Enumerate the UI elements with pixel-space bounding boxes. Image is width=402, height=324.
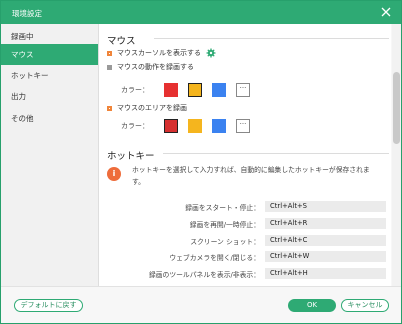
- sidebar-item-hotkeys[interactable]: ホットキー: [1, 65, 98, 86]
- sidebar-item-other[interactable]: その他: [1, 108, 98, 129]
- hotkey-section-title: ホットキー: [107, 151, 155, 162]
- hotkey-input-pause-resume[interactable]: Ctrl+Alt+R: [265, 218, 386, 229]
- hotkey-row: 録画のツールパネルを表示/非表示： Ctrl+Alt+H: [99, 268, 391, 279]
- settings-content: マウス マウスカーソルを表示する マウスの動作を録画する カラー： ··· マウ…: [99, 24, 391, 286]
- hotkey-label: 録画をスタート・停止：: [185, 204, 260, 212]
- record-mouse-area-option[interactable]: マウスのエリアを録画: [107, 103, 187, 113]
- more-colors-button[interactable]: ···: [236, 119, 250, 133]
- hotkey-row: 録画を再開/一時停止： Ctrl+Alt+R: [99, 218, 391, 229]
- close-icon[interactable]: [379, 5, 393, 19]
- show-cursor-option[interactable]: マウスカーソルを表示する: [107, 48, 216, 58]
- more-colors-button[interactable]: ···: [236, 83, 250, 97]
- show-cursor-checkbox[interactable]: [107, 50, 112, 56]
- sidebar: 録画中 マウス ホットキー 出力 その他: [1, 24, 99, 286]
- hotkey-input-screenshot[interactable]: Ctrl+Alt+C: [265, 235, 386, 246]
- record-mouse-action-option[interactable]: マウスの動作を録画する: [107, 62, 194, 72]
- scrollbar-thumb[interactable]: [393, 72, 400, 144]
- click-color-row: カラー： ···: [121, 82, 250, 98]
- section-divider: [163, 153, 389, 154]
- color-swatch-red[interactable]: [164, 83, 178, 97]
- restore-default-button[interactable]: デフォルトに戻す: [14, 299, 83, 312]
- hotkey-input-webcam[interactable]: Ctrl+Alt+W: [265, 251, 386, 262]
- area-color-row: カラー： ···: [121, 118, 250, 134]
- hotkey-label: スクリーン ショット：: [190, 238, 260, 246]
- record-mouse-area-checkbox[interactable]: [107, 105, 112, 111]
- hotkey-info: i ホットキーを選択して入力すれば、自動的に編集したホットキーが保存されます。: [107, 164, 382, 188]
- show-cursor-label: マウスカーソルを表示する: [117, 49, 201, 57]
- footer: デフォルトに戻す OK キャンセル: [1, 286, 401, 323]
- color-swatch-blue[interactable]: [212, 119, 226, 133]
- hotkey-input-start-stop[interactable]: Ctrl+Alt+S: [265, 201, 386, 212]
- ok-button[interactable]: OK: [288, 299, 336, 312]
- section-divider: [154, 38, 389, 39]
- record-mouse-action-checkbox[interactable]: [107, 64, 112, 70]
- title-bar: 環境設定: [1, 1, 401, 24]
- record-mouse-area-label: マウスのエリアを録画: [117, 104, 187, 112]
- hotkey-label: 録画のツールパネルを表示/非表示：: [148, 271, 260, 279]
- mouse-section-title: マウス: [107, 36, 136, 47]
- color-label: カラー：: [121, 122, 149, 130]
- preferences-window: 環境設定 録画中 マウス ホットキー 出力 その他 マウス マウスカーソルを表示…: [0, 0, 402, 324]
- hotkey-info-text: ホットキーを選択して入力すれば、自動的に編集したホットキーが保存されます。: [132, 166, 370, 186]
- hotkey-row: スクリーン ショット： Ctrl+Alt+C: [99, 235, 391, 246]
- record-mouse-action-label: マウスの動作を録画する: [117, 63, 194, 71]
- sidebar-item-output[interactable]: 出力: [1, 86, 98, 107]
- hotkey-input-toolpanel[interactable]: Ctrl+Alt+H: [265, 268, 386, 279]
- color-swatch-red[interactable]: [164, 119, 178, 133]
- color-swatch-yellow[interactable]: [188, 119, 202, 133]
- hotkey-row: ウェブカメラを開く/閉じる： Ctrl+Alt+W: [99, 251, 391, 262]
- window-title: 環境設定: [12, 9, 42, 18]
- gear-icon[interactable]: [206, 48, 216, 58]
- hotkey-label: ウェブカメラを開く/閉じる：: [169, 254, 260, 262]
- hotkey-row: 録画をスタート・停止： Ctrl+Alt+S: [99, 201, 391, 212]
- hotkey-label: 録画を再開/一時停止：: [189, 221, 260, 229]
- color-label: カラー：: [121, 86, 149, 94]
- cancel-button[interactable]: キャンセル: [341, 299, 389, 312]
- scrollbar[interactable]: [392, 24, 401, 286]
- color-swatch-blue[interactable]: [212, 83, 226, 97]
- color-swatch-yellow[interactable]: [188, 83, 202, 97]
- info-icon: i: [107, 167, 121, 181]
- sidebar-item-mouse[interactable]: マウス: [1, 44, 98, 65]
